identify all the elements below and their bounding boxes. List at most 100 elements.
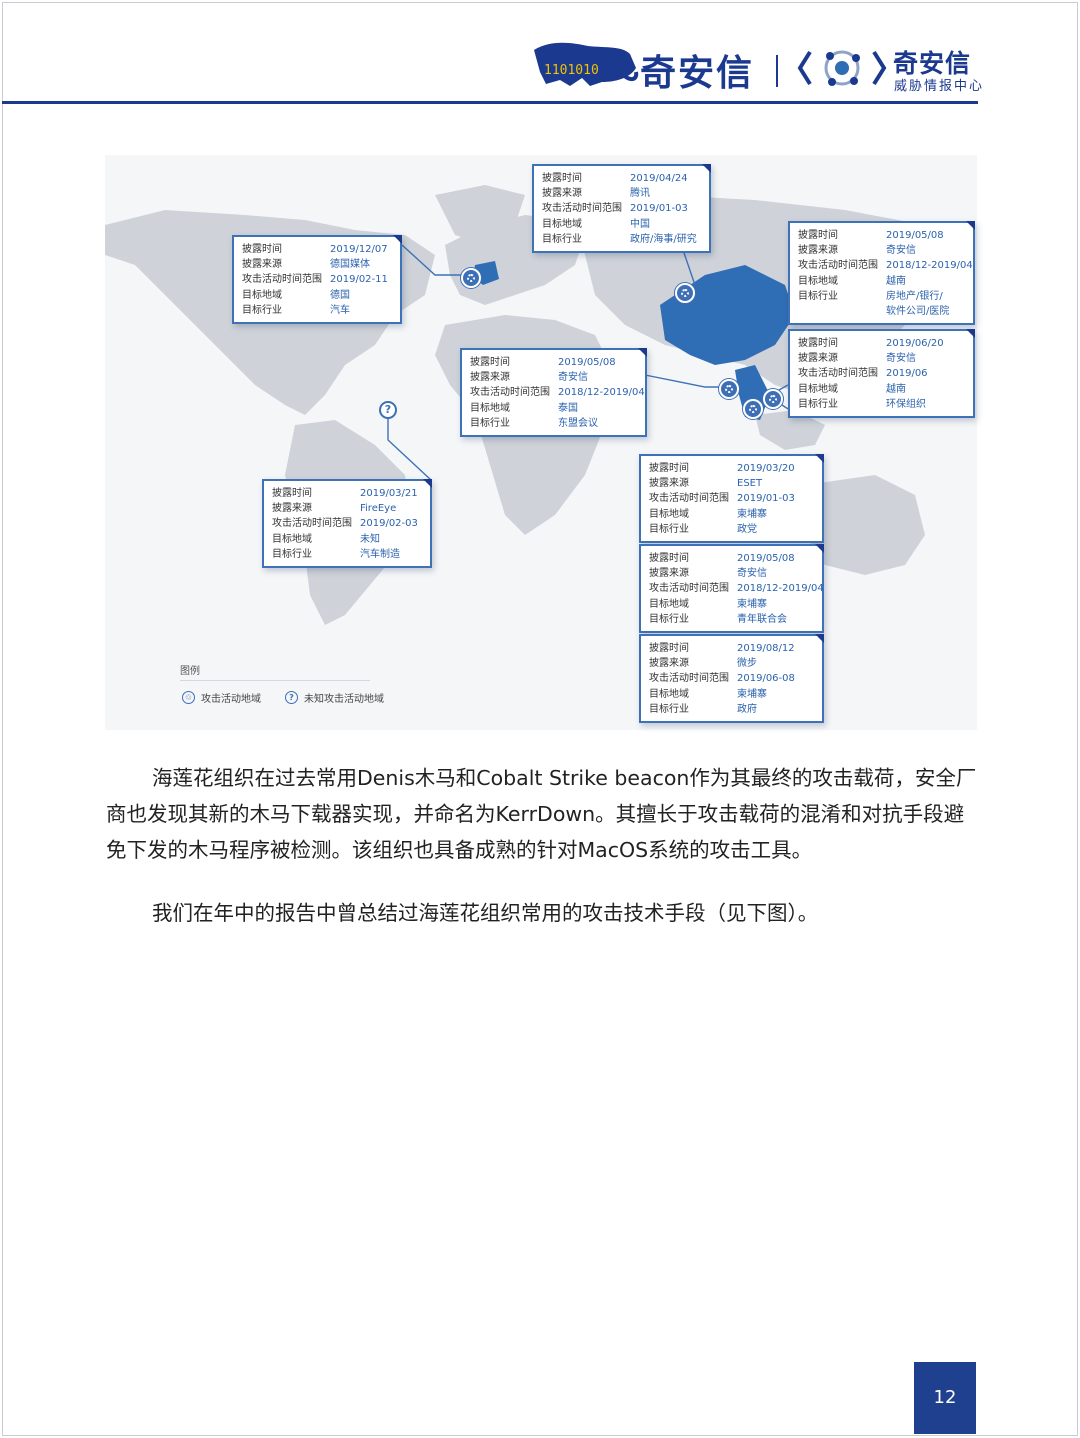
field-label: 攻击活动时间范围: [649, 673, 729, 685]
field-value: 汽车: [330, 304, 350, 316]
info-card-germany: 披露时间 2019/12/07 披露来源 德国媒体 攻击活动时间范围 2019/02-…: [232, 235, 402, 325]
field-label: 目标行业: [542, 233, 582, 245]
field-label: 攻击活动时间范围: [542, 203, 622, 215]
field-label: 目标地域: [542, 218, 582, 230]
field-label: 披露来源: [649, 658, 689, 670]
field-label: 目标行业: [272, 548, 312, 560]
field-value: 2019/08/12: [737, 643, 795, 654]
field-value: 2018/12-2019/04: [737, 583, 824, 595]
field-value: 未知: [360, 533, 380, 545]
field-value: 环保组织: [886, 398, 926, 410]
field-value: 2019/02-11: [330, 274, 388, 286]
field-value: 奇安信: [737, 568, 767, 580]
card-corner: [966, 329, 975, 338]
card-corner: [393, 235, 402, 244]
card-corner: [702, 164, 711, 173]
info-card-vietnam-2: 披露时间 2019/06/20 披露来源 奇安信 攻击活动时间范围 2019/06 目…: [788, 329, 975, 419]
field-label: 披露来源: [272, 503, 312, 515]
card-corner: [638, 348, 647, 357]
field-value: 2019/03/21: [360, 488, 418, 499]
field-label: 攻击活动时间范围: [798, 260, 878, 272]
field-value: 2019/05/08: [737, 553, 795, 564]
field-label: 披露时间: [542, 173, 582, 184]
field-value: 柬埔寨: [737, 688, 767, 700]
field-value: 政府: [737, 703, 757, 715]
info-card-cambodia-2: 披露时间 2019/05/08 披露来源 奇安信 攻击活动时间范围 2018/12-2…: [639, 544, 824, 634]
field-label: 披露来源: [798, 245, 838, 257]
field-label: 目标地域: [798, 275, 838, 287]
field-label: 披露来源: [649, 568, 689, 580]
card-corner: [815, 454, 824, 463]
field-value: 2018/12-2019/04: [558, 387, 645, 399]
field-value: 2019/05/08: [886, 230, 944, 241]
field-value: 2019/04/24: [630, 173, 688, 184]
field-label: 攻击活动时间范围: [242, 274, 322, 286]
field-label: 披露来源: [798, 353, 838, 365]
field-value: 泰国: [558, 402, 578, 414]
info-card-vietnam-1: 披露时间 2019/05/08 披露来源 奇安信 攻击活动时间范围 2018/12-2…: [788, 221, 975, 326]
field-value: 德国媒体: [330, 259, 370, 271]
field-label: 目标行业: [470, 417, 510, 429]
legend-title: 图例: [180, 666, 200, 677]
field-value: 2019/06/20: [886, 338, 944, 349]
field-value: ESET: [737, 478, 763, 490]
header-separator: [776, 55, 778, 87]
field-label: 披露时间: [470, 357, 510, 368]
field-label: 目标地域: [649, 508, 689, 520]
field-label: 披露时间: [798, 338, 838, 349]
field-label: 目标行业: [798, 398, 838, 410]
field-label: 披露时间: [649, 643, 689, 654]
field-label: 目标地域: [798, 383, 838, 395]
attack-marker-vietnam-icon[interactable]: [763, 389, 783, 409]
attack-marker-cambodia-icon[interactable]: [743, 399, 763, 419]
body-paragraph-1: 海莲花组织在过去常用Denis木马和Cobalt Strike beacon作为…: [106, 766, 977, 862]
info-card-cambodia-3: 披露时间 2019/08/12 披露来源 微步 攻击活动时间范围 2019/06-08…: [639, 634, 824, 724]
card-corner: [815, 634, 824, 643]
field-value: 2018/12-2019/04: [886, 260, 973, 272]
field-value: 2019/03/20: [737, 463, 795, 474]
unknown-attack-marker-icon[interactable]: ?: [379, 401, 397, 419]
world-map: ? 披露时间 2019/04/24 披露来源 腾讯 攻击活动时间范围 2019/01-…: [105, 155, 977, 730]
field-label: 目标行业: [649, 613, 689, 625]
field-label: 目标地域: [242, 289, 282, 301]
unknown-attack-area-icon: ?: [285, 691, 298, 704]
field-value: 政党: [737, 523, 757, 535]
field-label: 攻击活动时间范围: [798, 368, 878, 380]
body-paragraph-2: 我们在年中的报告中曾总结过海莲花组织常用的攻击技术手段（见下图）。: [152, 901, 819, 925]
attack-marker-germany-icon[interactable]: [461, 268, 481, 288]
logo-digits: 1101010: [544, 63, 599, 78]
field-label: 攻击活动时间范围: [470, 387, 550, 399]
legend-divider: [180, 680, 370, 681]
field-label: 披露时间: [649, 553, 689, 564]
field-value: 柬埔寨: [737, 598, 767, 610]
legend: ♲ 攻击活动地域 ? 未知攻击活动地域: [182, 690, 384, 705]
field-label: 攻击活动时间范围: [649, 583, 729, 595]
field-label: 攻击活动时间范围: [272, 518, 352, 530]
field-label: 目标行业: [649, 523, 689, 535]
field-value: 房地产/银行/ 软件公司/医院: [886, 290, 950, 318]
field-value: 2019/01-03: [737, 493, 795, 505]
field-label: 披露来源: [470, 372, 510, 384]
field-label: 目标地域: [470, 402, 510, 414]
card-corner: [815, 544, 824, 553]
info-card-china: 披露时间 2019/04/24 披露来源 腾讯 攻击活动时间范围 2019/01-03…: [532, 164, 711, 254]
field-value: 腾讯: [630, 188, 650, 200]
field-value: FireEye: [360, 503, 397, 515]
brand-name: 奇安信: [640, 53, 755, 94]
attack-area-icon: ♲: [182, 691, 195, 704]
field-label: 披露时间: [272, 488, 312, 499]
attack-marker-thailand-icon[interactable]: [719, 379, 739, 399]
field-value: 青年联合会: [737, 613, 787, 625]
legend-item-attack: 攻击活动地域: [201, 694, 261, 705]
info-card-unknown: 披露时间 2019/03/21 披露来源 FireEye 攻击活动时间范围 2019/…: [262, 479, 432, 569]
field-value: 中国: [630, 218, 650, 230]
attack-marker-china-icon[interactable]: [675, 283, 695, 303]
field-value: 政府/海事/研究: [630, 233, 697, 245]
field-label: 披露来源: [542, 188, 582, 200]
field-label: 披露时间: [649, 463, 689, 474]
field-value: 2019/06-08: [737, 673, 795, 685]
field-label: 披露时间: [798, 230, 838, 241]
field-label: 披露来源: [649, 478, 689, 490]
field-label: 目标地域: [272, 533, 312, 545]
field-value: 奇安信: [886, 353, 916, 365]
